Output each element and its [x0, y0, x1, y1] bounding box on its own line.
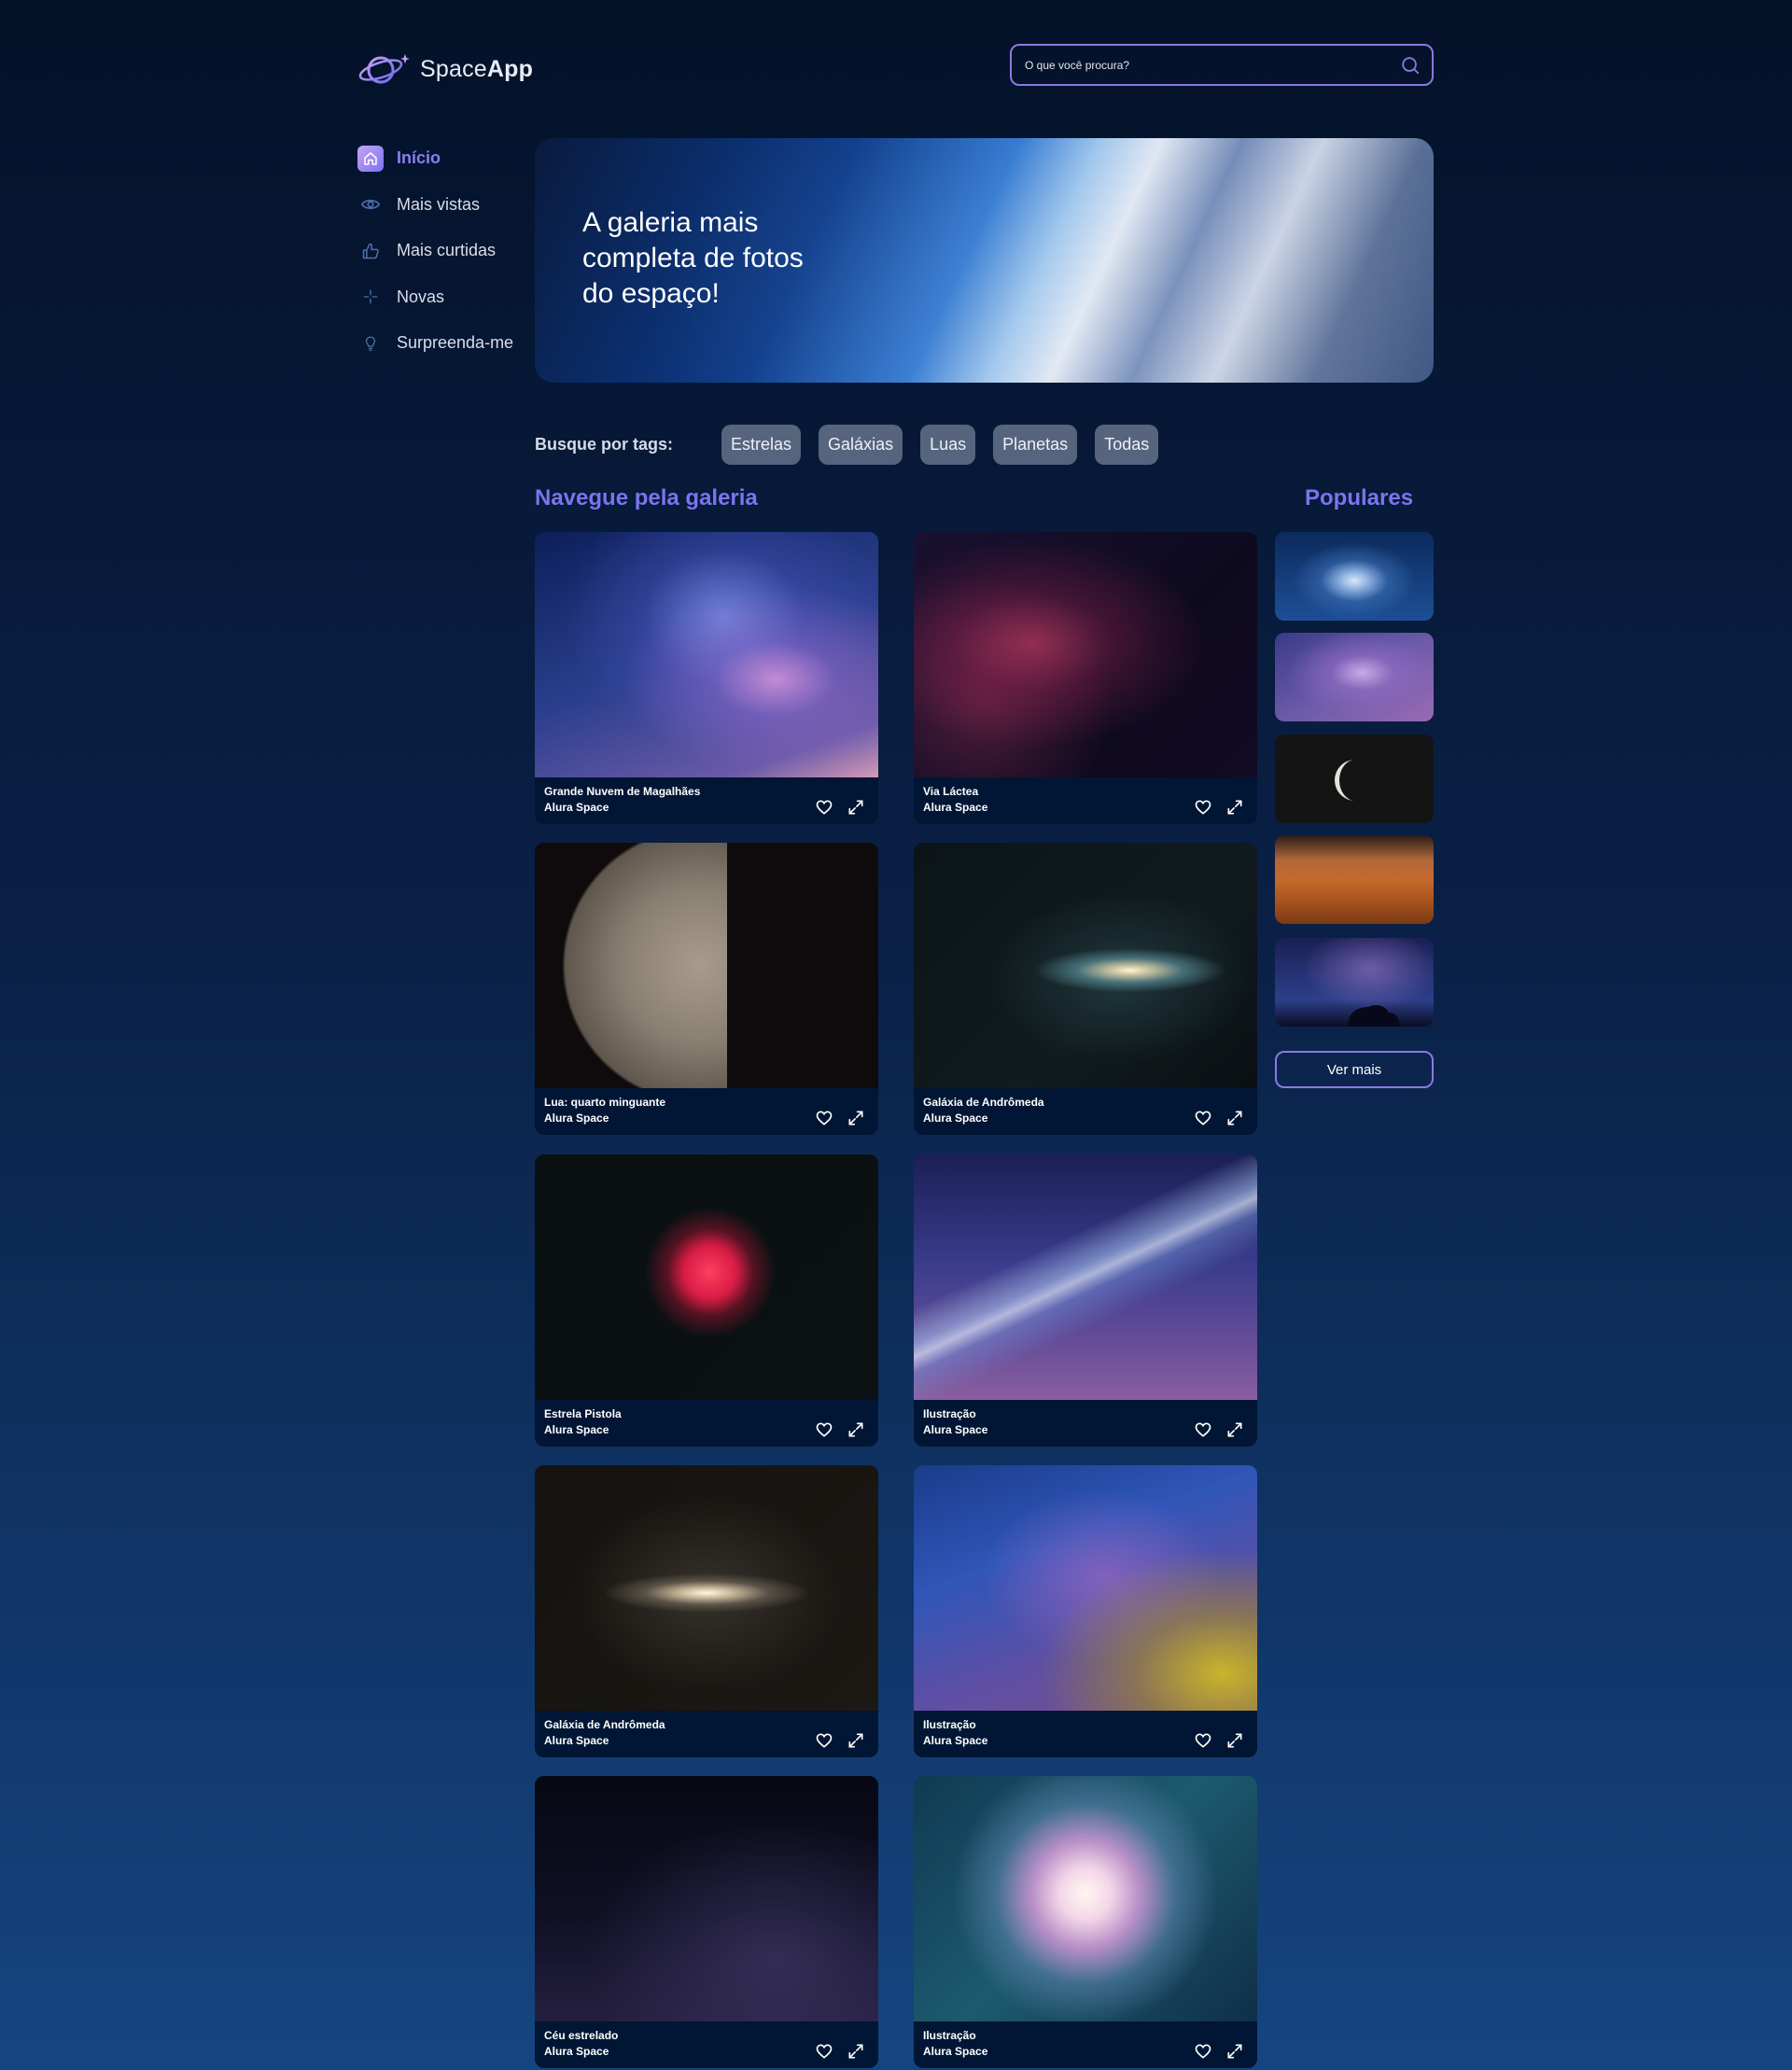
- expand-icon[interactable]: [847, 2042, 865, 2061]
- lightbulb-icon: [357, 330, 384, 357]
- gallery-card[interactable]: Céu estrelado Alura Space: [535, 1776, 878, 2068]
- gallery-card[interactable]: Ilustração Alura Space: [914, 1154, 1257, 1447]
- sidebar-nav: Início Mais vistas Mais curtidas Novas S…: [357, 135, 513, 367]
- expand-icon[interactable]: [1225, 2042, 1244, 2061]
- card-image[interactable]: [535, 532, 878, 777]
- card-footer: Céu estrelado Alura Space: [535, 2021, 878, 2068]
- sidebar-item-surpreenda-me[interactable]: Surpreenda-me: [357, 320, 513, 367]
- card-footer: Galáxia de Andrômeda Alura Space: [914, 1088, 1257, 1135]
- card-image[interactable]: [914, 843, 1257, 1088]
- popular-title: Populares: [1305, 485, 1414, 511]
- planet-logo-icon: [358, 54, 410, 84]
- expand-icon[interactable]: [1225, 1109, 1244, 1127]
- popular-thumbnail[interactable]: [1275, 734, 1434, 823]
- gallery-card[interactable]: Galáxia de Andrômeda Alura Space: [535, 1465, 878, 1757]
- sidebar-item-label: Novas: [397, 287, 445, 306]
- heart-icon[interactable]: [815, 798, 833, 817]
- sidebar-item-mais-vistas[interactable]: Mais vistas: [357, 182, 513, 229]
- heart-icon[interactable]: [1194, 798, 1212, 817]
- tag-filter: Busque por tags: Estrelas Galáxias Luas …: [535, 425, 1176, 465]
- tags-label: Busque por tags:: [535, 435, 674, 454]
- card-footer: Grande Nuvem de Magalhães Alura Space: [535, 777, 878, 824]
- moon-icon: [1335, 760, 1355, 801]
- expand-icon[interactable]: [1225, 1731, 1244, 1750]
- card-footer: Lua: quarto minguante Alura Space: [535, 1088, 878, 1135]
- card-footer: Galáxia de Andrômeda Alura Space: [535, 1711, 878, 1757]
- tag-planetas[interactable]: Planetas: [993, 425, 1078, 465]
- card-image[interactable]: [535, 1154, 878, 1400]
- sidebar-item-inicio[interactable]: Início: [357, 135, 513, 182]
- eye-icon: [357, 191, 384, 217]
- heart-icon[interactable]: [815, 2042, 833, 2061]
- see-more-button[interactable]: Ver mais: [1275, 1051, 1434, 1088]
- heart-icon[interactable]: [1194, 1731, 1212, 1750]
- card-image[interactable]: [914, 1776, 1257, 2021]
- expand-icon[interactable]: [1225, 1420, 1244, 1439]
- sidebar-item-mais-curtidas[interactable]: Mais curtidas: [357, 228, 513, 274]
- card-footer: Ilustração Alura Space: [914, 2021, 1257, 2068]
- card-footer: Via Láctea Alura Space: [914, 777, 1257, 824]
- gallery-card[interactable]: Estrela Pistola Alura Space: [535, 1154, 878, 1447]
- gallery-card[interactable]: Via Láctea Alura Space: [914, 532, 1257, 824]
- thumbs-up-icon: [357, 238, 384, 264]
- expand-icon[interactable]: [847, 1731, 865, 1750]
- sidebar-item-label: Início: [397, 148, 441, 168]
- home-icon: [357, 145, 384, 172]
- expand-icon[interactable]: [847, 798, 865, 817]
- tag-todas[interactable]: Todas: [1095, 425, 1159, 465]
- card-image[interactable]: [535, 1776, 878, 2021]
- heart-icon[interactable]: [815, 1109, 833, 1127]
- card-footer: Ilustração Alura Space: [914, 1711, 1257, 1757]
- app-name: SpaceApp: [420, 55, 534, 82]
- gallery-card[interactable]: Lua: quarto minguante Alura Space: [535, 843, 878, 1135]
- heart-icon[interactable]: [815, 1731, 833, 1750]
- popular-thumbnail[interactable]: [1275, 835, 1434, 924]
- logo[interactable]: SpaceApp: [358, 50, 533, 88]
- banner-title: A galeria mais completa de fotos do espa…: [582, 207, 804, 309]
- gallery-card[interactable]: Ilustração Alura Space: [914, 1465, 1257, 1757]
- search-bar: [1010, 44, 1434, 86]
- tree-silhouette: [1348, 1005, 1400, 1027]
- card-image[interactable]: [535, 843, 878, 1088]
- sidebar-item-label: Surpreenda-me: [397, 333, 514, 353]
- sidebar-item-label: Mais curtidas: [397, 241, 497, 260]
- tag-estrelas[interactable]: Estrelas: [721, 425, 802, 465]
- gallery-card[interactable]: Ilustração Alura Space: [914, 1776, 1257, 2068]
- heart-icon[interactable]: [1194, 1420, 1212, 1439]
- card-image[interactable]: [914, 1465, 1257, 1711]
- card-footer: Ilustração Alura Space: [914, 1400, 1257, 1447]
- search-icon[interactable]: [1400, 55, 1421, 76]
- popular-thumbnail[interactable]: [1275, 532, 1434, 621]
- popular-thumbnail[interactable]: [1275, 938, 1434, 1027]
- tag-galaxias[interactable]: Galáxias: [819, 425, 903, 465]
- search-input[interactable]: [1023, 57, 1400, 73]
- hero-banner: A galeria mais completa de fotos do espa…: [535, 138, 1434, 383]
- sidebar-item-novas[interactable]: Novas: [357, 274, 513, 321]
- heart-icon[interactable]: [1194, 1109, 1212, 1127]
- gallery-title: Navegue pela galeria: [535, 485, 758, 511]
- tag-luas[interactable]: Luas: [920, 425, 976, 465]
- heart-icon[interactable]: [1194, 2042, 1212, 2061]
- sidebar-item-label: Mais vistas: [397, 194, 481, 214]
- card-image[interactable]: [914, 532, 1257, 777]
- expand-icon[interactable]: [847, 1109, 865, 1127]
- sparkle-icon: [357, 284, 384, 310]
- card-footer: Estrela Pistola Alura Space: [535, 1400, 878, 1447]
- card-image[interactable]: [914, 1154, 1257, 1400]
- expand-icon[interactable]: [847, 1420, 865, 1439]
- popular-thumbnail[interactable]: [1275, 633, 1434, 721]
- expand-icon[interactable]: [1225, 798, 1244, 817]
- card-image[interactable]: [535, 1465, 878, 1711]
- gallery-card[interactable]: Galáxia de Andrômeda Alura Space: [914, 843, 1257, 1135]
- heart-icon[interactable]: [815, 1420, 833, 1439]
- gallery-card[interactable]: Grande Nuvem de Magalhães Alura Space: [535, 532, 878, 824]
